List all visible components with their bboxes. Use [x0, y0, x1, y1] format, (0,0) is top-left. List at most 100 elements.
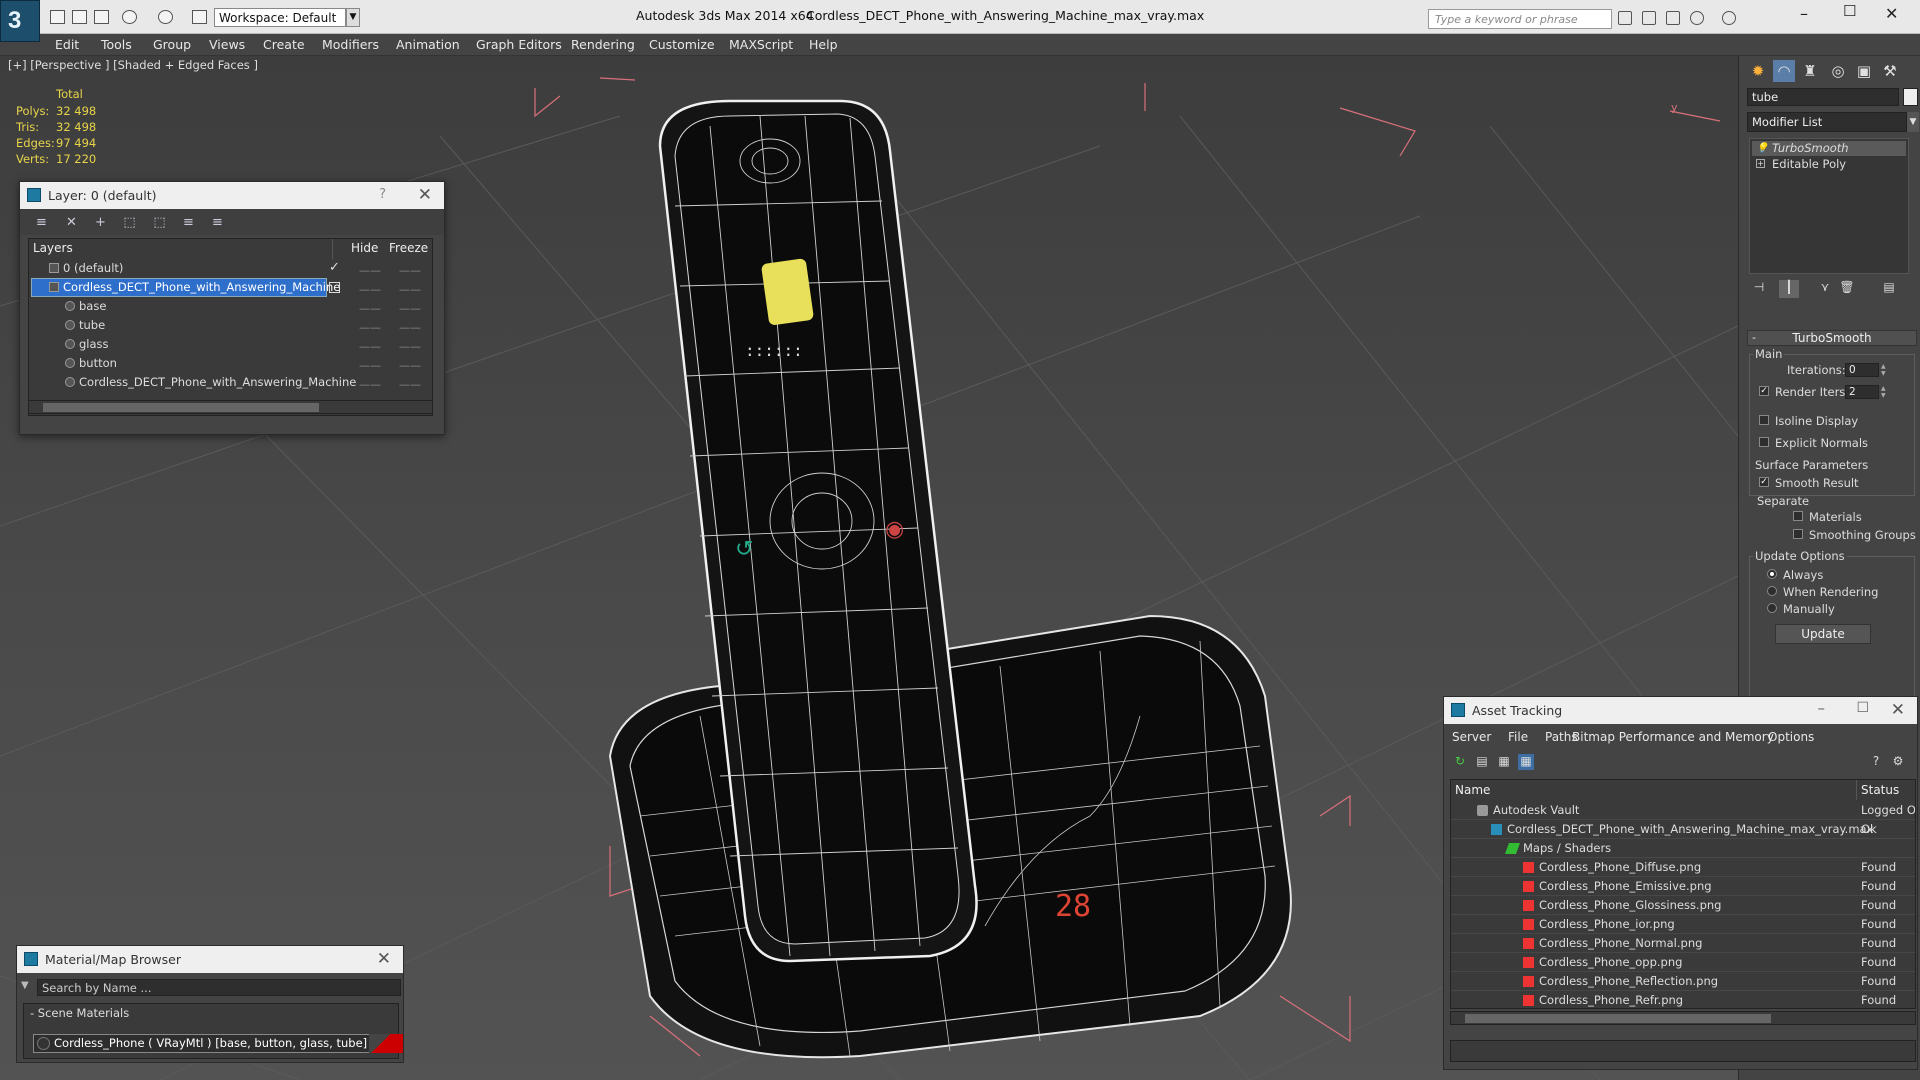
scrollbar-thumb[interactable] — [43, 403, 319, 412]
asset-row[interactable]: Cordless_Phone_ior.png Found — [1451, 915, 1915, 934]
asset-tracking-titlebar[interactable]: Asset Tracking – ☐ ✕ — [1444, 697, 1917, 724]
asset-row[interactable]: Maps / Shaders — [1451, 839, 1915, 858]
undo-icon[interactable] — [122, 10, 137, 24]
close-icon[interactable]: ✕ — [1885, 4, 1898, 23]
thumbnail-view-icon[interactable]: ▦ — [1496, 754, 1512, 770]
delete-layer-icon[interactable]: ✕ — [64, 215, 79, 230]
update-when-rendering-radio[interactable] — [1767, 586, 1777, 596]
column-header-layers[interactable]: Layers — [33, 239, 333, 259]
smooth-result-checkbox[interactable]: ✓ — [1759, 477, 1769, 487]
app-logo-button[interactable]: 3 — [0, 0, 40, 42]
layer-object-row[interactable]: Cordless_DECT_Phone_with_Answering_Machi… — [29, 373, 432, 392]
stack-item-turbosmooth[interactable]: 💡 TurboSmooth — [1752, 141, 1906, 156]
menu-animation[interactable]: Animation — [396, 37, 460, 52]
minimize-icon[interactable]: – — [1800, 4, 1808, 23]
display-tab-icon[interactable]: ▣ — [1853, 60, 1875, 82]
asset-row[interactable]: Cordless_Phone_Diffuse.png Found — [1451, 858, 1915, 877]
collapse-icon[interactable]: - — [1752, 331, 1756, 345]
menu-server[interactable]: Server — [1452, 730, 1491, 744]
isoline-display-checkbox[interactable] — [1759, 415, 1769, 425]
layer-object-row[interactable]: button —— —— — [29, 354, 432, 373]
menu-bitmap-performance[interactable]: Bitmap Performance and Memory — [1572, 730, 1774, 744]
scene-materials-header[interactable]: - Scene Materials — [30, 1006, 129, 1020]
help-icon[interactable] — [1722, 11, 1736, 25]
layer-row-selected[interactable]: Cordless_DECT_Phone_with_Answering_Machi… — [29, 278, 432, 297]
layer-object-row[interactable]: tube —— —— — [29, 316, 432, 335]
asset-row[interactable]: Cordless_Phone_Refr.png Found — [1451, 991, 1915, 1008]
project-folder-icon[interactable] — [192, 10, 207, 24]
material-map-browser-window[interactable]: Material/Map Browser ✕ ▼ Search by Name … — [16, 945, 404, 1063]
chevron-down-icon[interactable]: ▼ — [1907, 112, 1919, 132]
separate-materials-checkbox[interactable] — [1793, 511, 1803, 521]
turbosmooth-rollout-header[interactable]: - TurboSmooth — [1747, 330, 1917, 346]
save-file-icon[interactable] — [94, 10, 109, 24]
render-iters-checkbox[interactable]: ✓ — [1759, 386, 1769, 396]
workspace-dropdown[interactable]: Workspace: Default — [214, 8, 346, 27]
asset-row[interactable]: Autodesk Vault Logged Out — [1451, 801, 1915, 820]
asset-row[interactable]: Cordless_DECT_Phone_with_Answering_Machi… — [1451, 820, 1915, 839]
search-input[interactable]: Type a keyword or phrase — [1428, 9, 1612, 29]
column-header-status[interactable]: Status — [1861, 780, 1899, 800]
layer-explorer-window[interactable]: Layer: 0 (default) ? ✕ ≡ ✕ + ⬚ ⬚ ≡ ≡ Lay… — [19, 181, 445, 435]
hierarchy-tab-icon[interactable]: ♜ — [1799, 60, 1821, 82]
update-manually-radio[interactable] — [1767, 603, 1777, 613]
highlight-layer-icon[interactable]: ⬚ — [152, 215, 167, 230]
subscription-icon[interactable] — [1666, 11, 1680, 25]
separate-smoothing-groups-checkbox[interactable] — [1793, 529, 1803, 539]
favorites-star-icon[interactable] — [1690, 11, 1704, 25]
material-search-input[interactable]: Search by Name ... — [37, 979, 401, 996]
layer-object-row[interactable]: glass —— —— — [29, 335, 432, 354]
asset-row[interactable]: Cordless_Phone_Normal.png Found — [1451, 934, 1915, 953]
column-header-hide[interactable]: Hide — [351, 239, 378, 259]
asset-tracking-window[interactable]: Asset Tracking – ☐ ✕ Server File Paths B… — [1443, 696, 1918, 1070]
help-icon[interactable]: ? — [379, 187, 386, 202]
help-icon[interactable]: ? — [1868, 754, 1884, 770]
asset-row[interactable]: Cordless_Phone_Emissive.png Found — [1451, 877, 1915, 896]
configure-modifier-sets-icon[interactable]: ▤ — [1879, 280, 1899, 298]
expand-plus-icon[interactable]: + — [1756, 159, 1765, 168]
pin-stack-icon[interactable]: ⊣ — [1749, 280, 1769, 298]
material-item[interactable]: Cordless_Phone ( VRayMtl ) [base, button… — [33, 1034, 389, 1053]
filter-icon[interactable]: ▼ — [21, 980, 29, 991]
layer-window-titlebar[interactable]: Layer: 0 (default) ? ✕ — [20, 182, 444, 209]
menu-group[interactable]: Group — [153, 37, 191, 52]
close-icon[interactable]: ✕ — [1891, 700, 1905, 720]
menu-help[interactable]: Help — [809, 37, 838, 52]
menu-edit[interactable]: Edit — [55, 37, 79, 52]
object-color-swatch[interactable] — [1903, 88, 1918, 106]
settings-icon[interactable]: ⚙ — [1890, 754, 1906, 770]
menu-file[interactable]: File — [1508, 730, 1528, 744]
menu-customize[interactable]: Customize — [649, 37, 715, 52]
maximize-icon[interactable]: ☐ — [1856, 700, 1869, 716]
utilities-tab-icon[interactable]: ⚒ — [1879, 60, 1901, 82]
create-tab-icon[interactable]: ✹ — [1747, 60, 1769, 82]
explicit-normals-checkbox[interactable] — [1759, 437, 1769, 447]
communication-center-icon[interactable] — [1642, 11, 1656, 25]
column-header-freeze[interactable]: Freeze — [389, 239, 428, 259]
column-header-name[interactable]: Name — [1455, 780, 1857, 800]
menu-graph-editors[interactable]: Graph Editors — [476, 37, 562, 52]
update-button[interactable]: Update — [1775, 624, 1871, 644]
iterations-spinner[interactable]: 0 — [1845, 363, 1879, 377]
minimize-icon[interactable]: – — [1818, 699, 1826, 717]
maximize-icon[interactable]: ☐ — [1843, 2, 1856, 20]
menu-modifiers[interactable]: Modifiers — [322, 37, 379, 52]
close-icon[interactable]: ✕ — [377, 949, 391, 969]
layer-horizontal-scrollbar[interactable] — [28, 400, 433, 414]
chevron-down-icon[interactable]: ▼ — [346, 8, 360, 27]
add-to-layer-icon[interactable]: + — [93, 215, 108, 230]
menu-options[interactable]: Options — [1768, 730, 1814, 744]
stack-item-editable-poly[interactable]: + Editable Poly — [1752, 157, 1906, 172]
menu-maxscript[interactable]: MAXScript — [729, 37, 793, 52]
layer-object-row[interactable]: base —— —— — [29, 297, 432, 316]
hide-all-icon[interactable]: ≡ — [181, 215, 196, 230]
new-layer-icon[interactable]: ≡ — [34, 215, 49, 230]
modifier-stack[interactable]: 💡 TurboSmooth + Editable Poly — [1749, 138, 1909, 274]
show-end-result-icon[interactable]: ┃ — [1779, 280, 1799, 298]
make-unique-icon[interactable]: ⋎ — [1815, 280, 1835, 298]
menu-views[interactable]: Views — [209, 37, 245, 52]
modify-tab-icon[interactable]: ◠ — [1773, 60, 1795, 82]
select-objects-icon[interactable]: ⬚ — [122, 215, 137, 230]
menu-rendering[interactable]: Rendering — [571, 37, 635, 52]
material-browser-titlebar[interactable]: Material/Map Browser ✕ — [17, 946, 403, 973]
